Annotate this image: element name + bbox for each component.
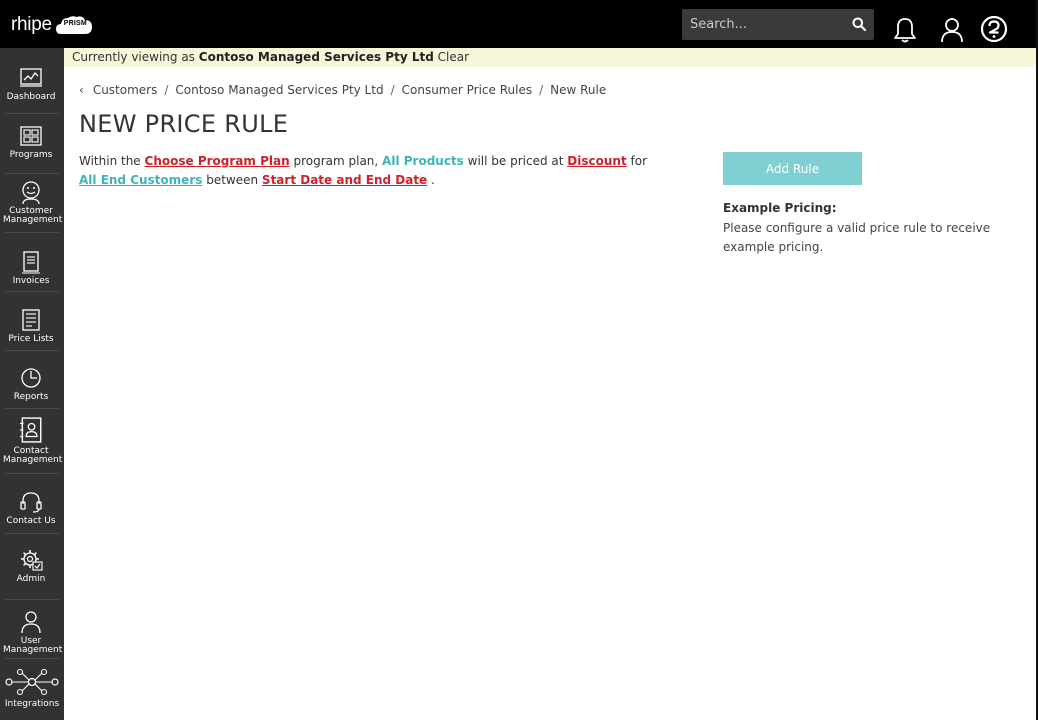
breadcrumb: ‹ Customers / Contoso Managed Services P… <box>79 83 606 97</box>
rule-text-6: . <box>431 173 435 187</box>
breadcrumb-consumer-price-rules[interactable]: Consumer Price Rules <box>402 83 532 97</box>
viewing-as-banner: Currently viewing as Contoso Managed Ser… <box>64 48 1038 67</box>
date-range-link[interactable]: Start Date and End Date <box>262 173 427 187</box>
discount-link[interactable]: Discount <box>567 154 626 168</box>
breadcrumb-customers[interactable]: Customers <box>93 83 158 97</box>
prism-cloud-icon: PRISM <box>55 14 93 36</box>
help-icon[interactable] <box>980 15 1008 43</box>
banner-clear-link[interactable]: Clear <box>438 50 469 64</box>
sidebar-item-admin[interactable]: Admin <box>3 548 59 605</box>
integrations-icon <box>5 668 59 696</box>
chevron-left-icon[interactable]: ‹ <box>79 83 84 97</box>
sidebar-item-customer-management[interactable]: Customer Management <box>3 180 63 237</box>
sidebar-divider <box>5 533 59 534</box>
sidebar-divider <box>5 232 59 233</box>
choose-program-plan-link[interactable]: Choose Program Plan <box>145 154 290 168</box>
search-input[interactable] <box>682 9 847 40</box>
sidebar-divider <box>5 113 59 114</box>
breadcrumb-current: New Rule <box>550 83 607 97</box>
user-profile-icon[interactable] <box>939 16 965 44</box>
user-icon <box>21 611 41 634</box>
rule-text-5: between <box>206 173 259 187</box>
logo-badge: PRISM <box>63 20 87 27</box>
breadcrumb-separator: / <box>539 83 544 97</box>
programs-icon <box>20 126 42 146</box>
sidebar-divider <box>5 473 59 474</box>
sidebar-item-label: Contact Management <box>3 446 63 465</box>
logo-text: rhipe <box>11 14 52 35</box>
sidebar-item-contact-us[interactable]: Contact Us <box>3 490 59 547</box>
sidebar-item-label: Contact Us <box>6 516 56 526</box>
search-box[interactable] <box>682 9 874 40</box>
banner-company: Contoso Managed Services Pty Ltd <box>198 50 434 64</box>
sidebar-divider <box>5 408 59 409</box>
sidebar-item-price-lists[interactable]: Price Lists <box>3 308 59 365</box>
add-rule-button[interactable]: Add Rule <box>723 152 862 185</box>
sidebar-divider <box>5 173 59 174</box>
sidebar-item-label: Reports <box>13 392 49 402</box>
rule-text-3: will be priced at <box>467 154 564 168</box>
all-products-link[interactable]: All Products <box>382 154 464 168</box>
top-bar: rhipe PRISM <box>0 0 1038 48</box>
breadcrumb-company[interactable]: Contoso Managed Services Pty Ltd <box>175 83 383 97</box>
sidebar-divider <box>5 291 59 292</box>
reports-icon <box>21 368 41 388</box>
admin-gear-icon <box>21 550 43 571</box>
invoice-icon <box>22 251 40 274</box>
example-pricing-title: Example Pricing: <box>723 201 837 215</box>
sidebar-divider <box>5 350 59 351</box>
sidebar-item-contact-management[interactable]: Contact Management <box>3 416 63 473</box>
sidebar-divider <box>5 658 59 659</box>
search-icon[interactable] <box>852 17 866 31</box>
sidebar-item-label: Dashboard <box>6 92 56 102</box>
breadcrumb-separator: / <box>164 83 169 97</box>
sidebar: Dashboard Programs Customer Management I… <box>0 48 64 720</box>
sidebar-item-label: Programs <box>9 150 53 160</box>
dashboard-icon <box>20 68 42 87</box>
sidebar-item-label: Price Lists <box>8 334 54 344</box>
sidebar-item-integrations[interactable]: Integrations <box>2 668 62 725</box>
example-pricing-message: Please configure a valid price rule to r… <box>723 221 991 254</box>
bell-icon[interactable] <box>892 16 918 44</box>
page-title: NEW PRICE RULE <box>79 110 289 138</box>
headset-icon <box>20 492 42 513</box>
sidebar-item-dashboard[interactable]: Dashboard <box>3 66 59 123</box>
sidebar-item-label: Customer Management <box>3 206 63 225</box>
sidebar-item-label: Invoices <box>12 276 50 286</box>
rhipe-prism-logo[interactable]: rhipe PRISM <box>11 13 93 37</box>
banner-prefix: Currently viewing as <box>72 50 195 64</box>
sidebar-divider <box>5 599 59 600</box>
customer-icon <box>22 181 40 204</box>
sidebar-item-label: User Management <box>3 636 63 655</box>
price-list-icon <box>22 309 40 331</box>
sidebar-item-label: Admin <box>16 574 46 584</box>
rule-text-1: Within the <box>79 154 141 168</box>
rule-text-4: for <box>630 154 648 168</box>
sidebar-item-reports[interactable]: Reports <box>3 366 59 423</box>
breadcrumb-separator: / <box>390 83 395 97</box>
price-rule-sentence: Within the Choose Program Plan program p… <box>79 152 649 190</box>
sidebar-item-invoices[interactable]: Invoices <box>3 250 59 307</box>
contact-book-icon <box>20 417 42 443</box>
rule-text-2: program plan, <box>293 154 379 168</box>
sidebar-item-label: Integrations <box>4 699 60 709</box>
all-end-customers-link[interactable]: All End Customers <box>79 173 202 187</box>
